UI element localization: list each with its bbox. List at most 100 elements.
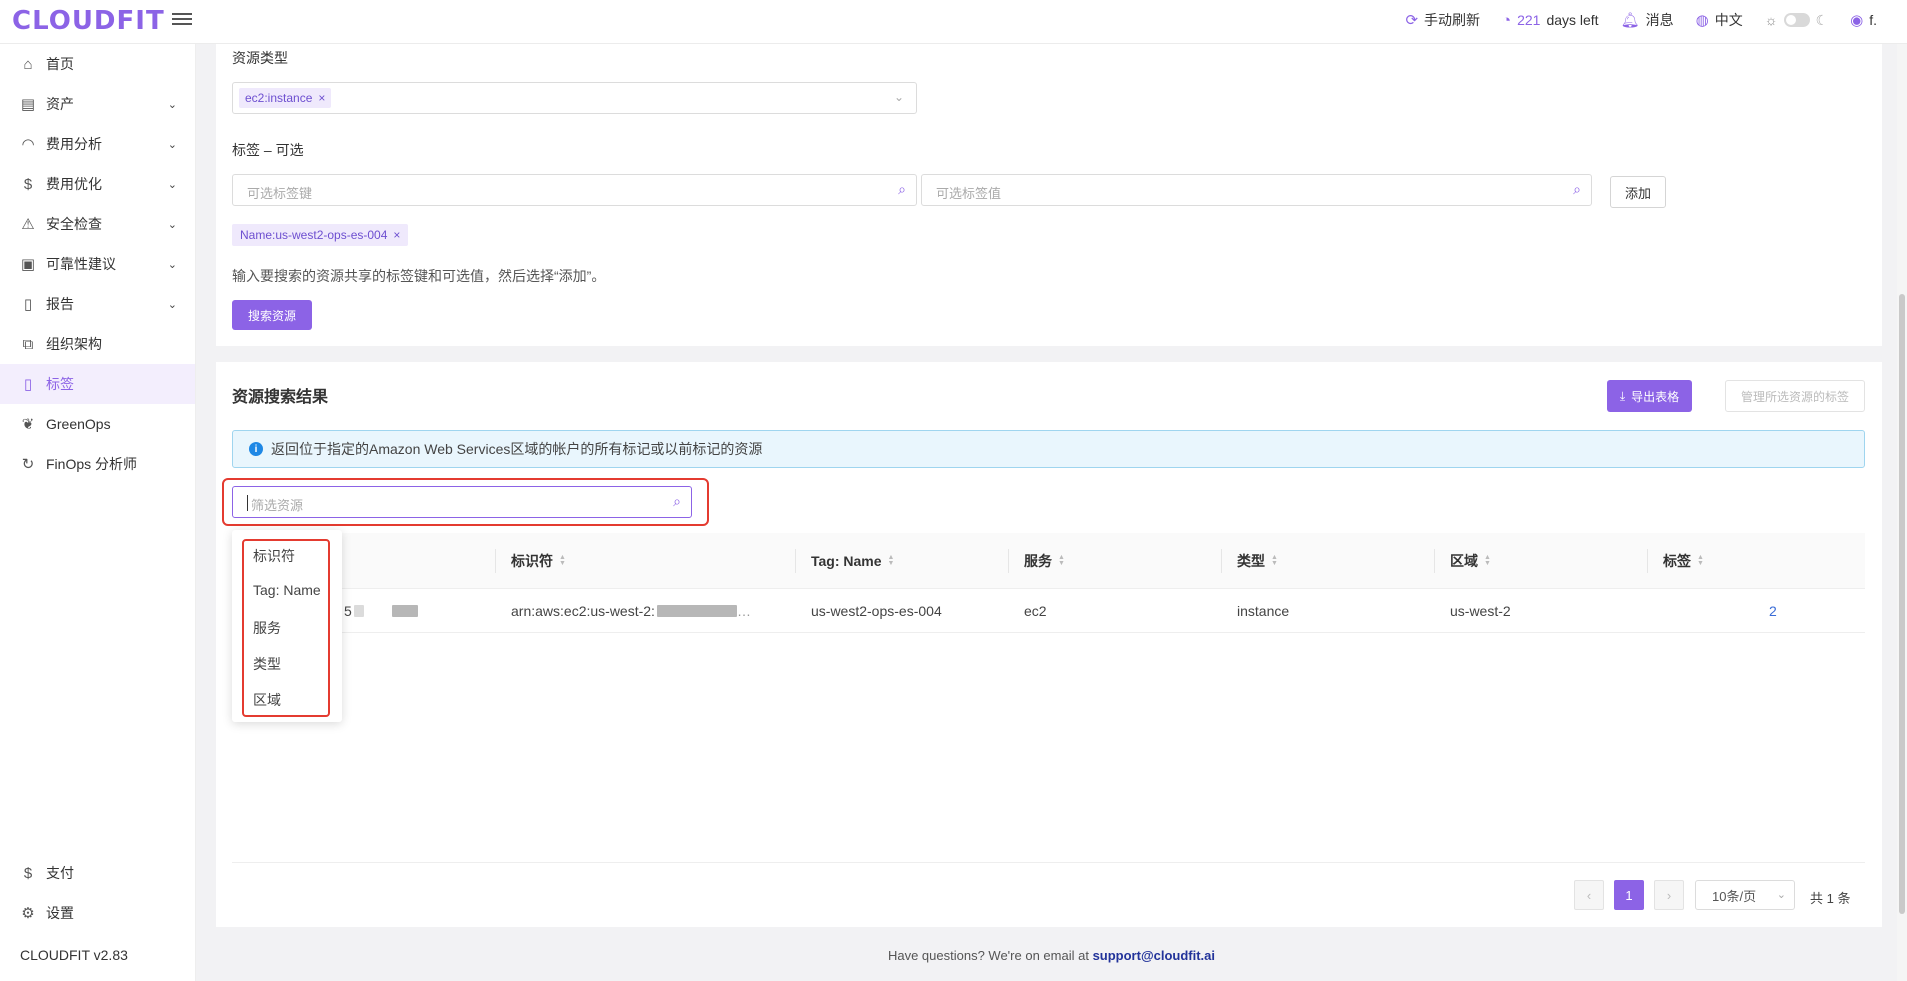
user-menu[interactable]: ◉ f. <box>1850 11 1877 29</box>
chevron-down-icon: ⌄ <box>167 178 177 191</box>
cell-identifier: arn:aws:ec2:us-west-2:… <box>511 603 751 619</box>
sidebar-item-security[interactable]: ⚠ 安全检查 ⌄ <box>0 204 195 244</box>
search-icon[interactable]: ⌕ <box>673 493 681 510</box>
org-icon: ⧉ <box>22 335 34 353</box>
sidebar-item-home[interactable]: ⌂ 首页 <box>0 44 195 84</box>
cell-region: us-west-2 <box>1450 603 1511 619</box>
theme-toggle[interactable] <box>1783 13 1810 27</box>
column-header-service[interactable]: 服务 ▲ ▼ <box>1008 533 1065 589</box>
filter-resources-input[interactable]: 筛选资源 ⌕ <box>232 486 692 518</box>
column-header-identifier[interactable]: 标识符 ▲ ▼ <box>495 533 566 589</box>
tag-key-input[interactable]: 可选标签键 ⌕ <box>232 174 917 206</box>
messages-button[interactable]: 🔔︎ 消息 <box>1621 10 1674 30</box>
chevron-down-icon: ⌄ <box>167 298 177 311</box>
sidebar-item-reliability[interactable]: ▣ 可靠性建议 ⌄ <box>0 244 195 284</box>
results-panel: 资源搜索结果 ⤓ 导出表格 管理所选资源的标签 i 返回位于指定的Amazon … <box>216 362 1882 927</box>
sidebar-item-org[interactable]: ⧉ 组织架构 <box>0 324 195 364</box>
column-header-type[interactable]: 类型 ▲ ▼ <box>1221 533 1278 589</box>
dropdown-option-service[interactable]: 服务 <box>253 618 281 638</box>
top-bar: CLOUDFIT ⟳ 手动刷新 ◔ 221 days left 🔔︎ 消息 ◍ … <box>0 0 1907 44</box>
table-header: 标识符 ▲ ▼ Tag: Name ▲ ▼ 服务 ▲ ▼ 类型 ▲ ▼ 区域 ▲ ▼ 标签 ▲ ▼ <box>232 533 1865 589</box>
next-page-button[interactable]: › <box>1654 880 1684 910</box>
sidebar-item-cost-optimization[interactable]: $ 费用优化 ⌄ <box>0 164 195 204</box>
column-header-tags[interactable]: 标签 ▲ ▼ <box>1647 533 1704 589</box>
support-email-link[interactable]: support@cloudfit.ai <box>1093 948 1215 963</box>
dropdown-option-type[interactable]: 类型 <box>253 654 281 674</box>
app-version: CLOUDFIT v2.83 <box>20 947 128 963</box>
sort-icon[interactable]: ▲ ▼ <box>1271 554 1278 567</box>
page-size-select[interactable]: 10条/页 ⌄ <box>1695 880 1795 910</box>
scrollbar[interactable] <box>1897 44 1907 981</box>
sort-icon[interactable]: ▲ ▼ <box>1484 554 1491 567</box>
chevron-down-icon: ⌄ <box>167 98 177 111</box>
sidebar-item-greenops[interactable]: ❦ GreenOps <box>0 404 195 444</box>
cell-tag-name: us-west2-ops-es-004 <box>811 603 942 619</box>
globe-icon: ◍ <box>1695 12 1709 29</box>
sidebar: ⌂ 首页 ▤ 资产 ⌄ ◠ 费用分析 ⌄ $ 费用优化 ⌄ ⚠ 安全检查 ⌄ ▣ 可靠性建议 ⌄ ▯ 报… <box>0 44 196 981</box>
filter-column-dropdown: 标识符 Tag: Name 服务 类型 区域 <box>232 530 342 722</box>
prev-page-button[interactable]: ‹ <box>1574 880 1604 910</box>
page-1-button[interactable]: 1 <box>1614 880 1644 910</box>
sort-icon[interactable]: ▲ ▼ <box>559 554 566 567</box>
manage-tags-button[interactable]: 管理所选资源的标签 <box>1725 380 1865 412</box>
sidebar-item-payment[interactable]: $ 支付 <box>0 853 195 893</box>
page-footer: Have questions? We're on email at suppor… <box>887 948 1216 963</box>
analyst-icon: ↻ <box>21 456 35 473</box>
dropdown-option-identifier[interactable]: 标识符 <box>253 546 295 566</box>
user-icon: ◉ <box>1850 12 1864 29</box>
resource-type-select[interactable]: ec2:instance × ⌄ <box>232 82 917 114</box>
cell-resource-id: 5 <box>344 589 418 633</box>
search-resources-button[interactable]: 搜索资源 <box>232 300 312 330</box>
asset-icon: ▤ <box>20 96 36 113</box>
pagination-total: 共 1 条 <box>1810 891 1851 906</box>
column-header-tag-name[interactable]: Tag: Name ▲ ▼ <box>794 533 895 589</box>
search-panel: 资源类型 ec2:instance × ⌄ 标签 – 可选 可选标签键 ⌕ 可选… <box>216 44 1882 346</box>
menu-toggle-icon[interactable] <box>172 10 192 30</box>
close-icon[interactable]: × <box>393 228 400 242</box>
chevron-left-icon: ‹ <box>1586 887 1592 903</box>
table-divider <box>232 862 1865 863</box>
sidebar-item-reports[interactable]: ▯ 报告 ⌄ <box>0 284 195 324</box>
sort-icon[interactable]: ▲ ▼ <box>1058 554 1065 567</box>
pay-icon: $ <box>23 864 33 882</box>
search-icon[interactable]: ⌕ <box>898 181 906 198</box>
language-switch[interactable]: ◍ 中文 <box>1696 10 1743 30</box>
results-table: 标识符 ▲ ▼ Tag: Name ▲ ▼ 服务 ▲ ▼ 类型 ▲ ▼ 区域 ▲ ▼ 标签 ▲ ▼ 5 … <box>232 533 1865 633</box>
download-icon: ⤓ <box>1619 388 1626 403</box>
chevron-down-icon: ⌄ <box>167 218 177 231</box>
theme-switch[interactable]: ☼ ☾ <box>1765 12 1828 29</box>
sort-icon[interactable]: ▲ ▼ <box>1697 554 1704 567</box>
export-button[interactable]: ⤓ 导出表格 <box>1607 380 1692 412</box>
text-caret <box>247 495 248 511</box>
sidebar-item-settings[interactable]: ⚙ 设置 <box>0 893 195 933</box>
reliability-icon: ▣ <box>20 256 36 273</box>
dropdown-option-region[interactable]: 区域 <box>253 690 281 710</box>
leaf-icon: ❦ <box>21 416 35 433</box>
sidebar-item-cost-analysis[interactable]: ◠ 费用分析 ⌄ <box>0 124 195 164</box>
tag-chip[interactable]: Name:us-west2-ops-es-004 × <box>232 224 409 246</box>
sort-icon[interactable]: ▲ ▼ <box>888 554 895 567</box>
cell-type: instance <box>1237 603 1290 619</box>
column-header-region[interactable]: 区域 ▲ ▼ <box>1434 533 1491 589</box>
settings-icon: ⚙ <box>21 905 35 922</box>
sidebar-item-finops-analyst[interactable]: ↻ FinOps 分析师 <box>0 444 195 484</box>
chevron-down-icon: ⌄ <box>893 90 904 104</box>
results-title: 资源搜索结果 <box>232 389 329 406</box>
clock-icon: ◔ <box>1502 11 1512 29</box>
close-icon[interactable]: × <box>318 91 325 105</box>
tag-value-input[interactable]: 可选标签值 ⌕ <box>921 174 1592 206</box>
resource-type-chip[interactable]: ec2:instance × <box>239 88 332 108</box>
dropdown-option-tag-name[interactable]: Tag: Name <box>253 582 321 598</box>
sidebar-item-assets[interactable]: ▤ 资产 ⌄ <box>0 84 195 124</box>
add-button[interactable]: 添加 <box>1610 176 1666 208</box>
scrollbar-thumb[interactable] <box>1899 294 1905 914</box>
search-icon[interactable]: ⌕ <box>1573 181 1581 198</box>
refresh-button[interactable]: ⟳ 手动刷新 <box>1405 10 1480 30</box>
bell-icon: 🔔︎ <box>1620 12 1640 29</box>
app-logo[interactable]: CLOUDFIT <box>12 6 165 36</box>
sidebar-item-tags[interactable]: ▯ 标签 <box>0 364 195 404</box>
home-icon: ⌂ <box>23 55 33 73</box>
report-icon: ▯ <box>23 296 33 313</box>
table-row[interactable]: 5 arn:aws:ec2:us-west-2:… us-west2-ops-e… <box>232 589 1865 633</box>
cell-tags-count[interactable]: 2 <box>1769 589 1777 633</box>
